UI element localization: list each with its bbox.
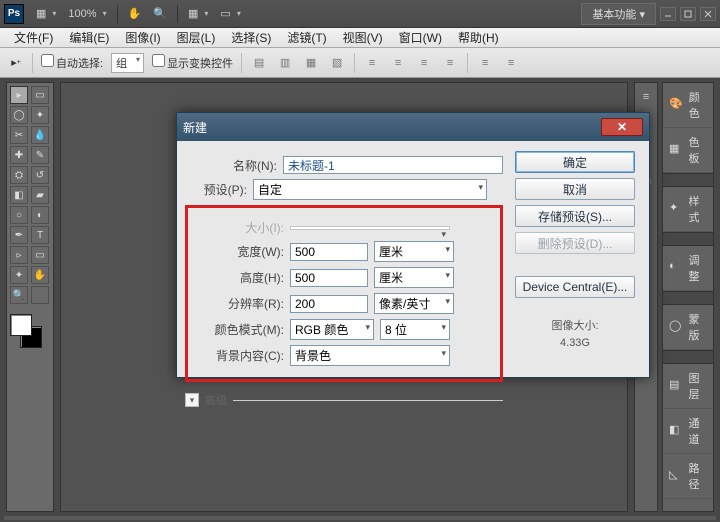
resolution-unit-select[interactable]: 像素/英寸 <box>374 293 454 314</box>
depth-select[interactable]: 8 位 <box>380 319 450 340</box>
bg-select[interactable]: 背景色 <box>290 345 450 366</box>
mode-label: 颜色模式(M): <box>192 321 284 338</box>
new-document-dialog: 新建 ✕ 名称(N): 预设(P): 自定 大小(I): <box>176 112 650 378</box>
name-input[interactable] <box>283 156 503 174</box>
height-label: 高度(H): <box>192 269 284 286</box>
name-label: 名称(N): <box>185 157 277 174</box>
resolution-input[interactable] <box>290 295 368 313</box>
bg-label: 背景内容(C): <box>192 347 284 364</box>
dialog-overlay: 新建 ✕ 名称(N): 预设(P): 自定 大小(I): <box>0 0 720 522</box>
dialog-close-button[interactable]: ✕ <box>601 118 643 136</box>
preset-label: 预设(P): <box>185 181 247 198</box>
cancel-button[interactable]: 取消 <box>515 178 635 200</box>
preset-select[interactable]: 自定 <box>253 179 487 200</box>
size-label: 大小(I): <box>192 219 284 236</box>
dialog-titlebar[interactable]: 新建 ✕ <box>177 113 649 141</box>
chevron-icon: ▾ <box>185 393 199 407</box>
device-central-button[interactable]: Device Central(E)... <box>515 276 635 298</box>
ok-button[interactable]: 确定 <box>515 151 635 173</box>
width-unit-select[interactable]: 厘米 <box>374 241 454 262</box>
width-input[interactable] <box>290 243 368 261</box>
status-bar <box>4 516 716 520</box>
image-size-info: 图像大小: 4.33G <box>515 317 635 349</box>
size-select <box>290 226 450 230</box>
highlighted-region: 大小(I): 宽度(W): 厘米 高度(H): 厘米 分辨率(R): <box>185 205 503 382</box>
dialog-title: 新建 <box>183 119 207 136</box>
mode-select[interactable]: RGB 颜色 <box>290 319 374 340</box>
delete-preset-button: 删除预设(D)... <box>515 232 635 254</box>
width-label: 宽度(W): <box>192 243 284 260</box>
save-preset-button[interactable]: 存储预设(S)... <box>515 205 635 227</box>
resolution-label: 分辨率(R): <box>192 295 284 312</box>
foreground-swatch[interactable] <box>10 314 32 336</box>
advanced-toggle[interactable]: ▾ 高级 <box>185 392 503 408</box>
height-unit-select[interactable]: 厘米 <box>374 267 454 288</box>
height-input[interactable] <box>290 269 368 287</box>
